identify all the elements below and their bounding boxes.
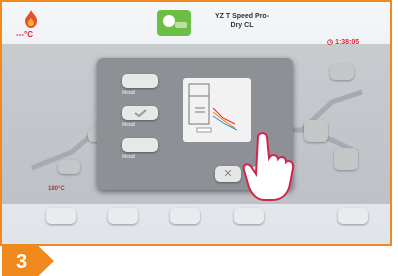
hand-pointer-icon [242,132,295,201]
back-button[interactable] [338,208,368,224]
option-3-label: Metall [122,154,136,160]
device-screen: ---°C YZ T Speed Pro- Dry CL ◷ 1:38:05 1… [0,0,392,246]
option-2-button[interactable] [122,106,158,120]
option-1-label: Metall [122,90,136,96]
check-icon [134,109,147,118]
option-1-button[interactable] [122,74,158,88]
option-3-button[interactable] [122,138,158,152]
step-badge: 3 [2,246,54,276]
save-button[interactable] [234,208,264,224]
program-view-button[interactable] [46,208,76,224]
step-number: 3 [16,251,28,273]
night-mode-button[interactable] [170,208,200,224]
edit-button[interactable] [108,208,138,224]
option-2-label: Metall [122,122,136,128]
